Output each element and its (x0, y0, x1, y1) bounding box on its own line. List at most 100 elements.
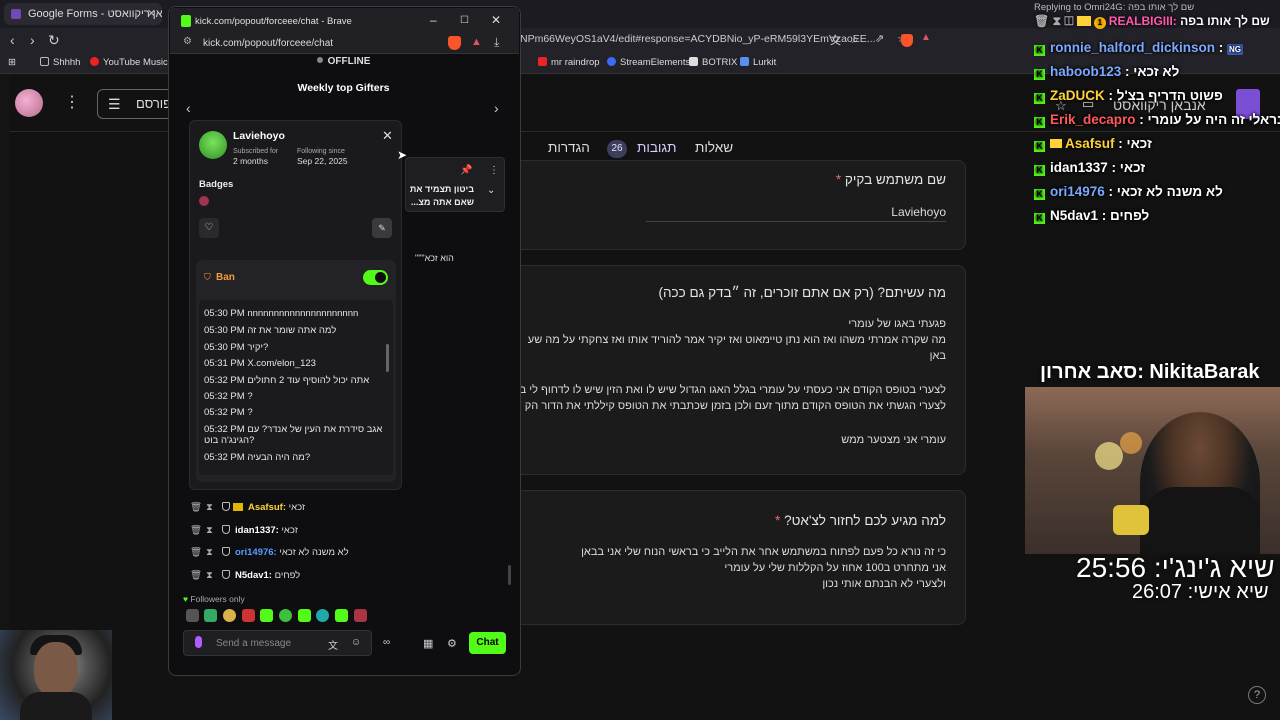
share-icon[interactable]: ⇗ (875, 32, 884, 45)
close-card-icon[interactable]: ✕ (382, 128, 393, 144)
emote-icon[interactable] (242, 609, 255, 622)
history-message: אתה יכול להוסיף עוד 2 חתולים (247, 375, 370, 386)
minimize-icon[interactable]: – (430, 13, 437, 27)
download-icon[interactable]: ⤓ (494, 35, 499, 50)
emote-icon[interactable] (186, 609, 199, 622)
history-time: 05:30 PM (204, 342, 245, 353)
emote-icon[interactable] (354, 609, 367, 622)
history-time: 05:32 PM (204, 391, 245, 402)
delete-icon[interactable]: 🗑 (190, 570, 202, 581)
translate-icon[interactable]: 文 (328, 637, 338, 652)
crown-badge-icon (233, 503, 243, 511)
pin-icon: 📌 (460, 165, 473, 176)
overlay-username: ori14976 (1050, 184, 1105, 199)
brave-rewards-icon[interactable]: ▲ (471, 36, 482, 48)
emote-icon[interactable] (204, 609, 217, 622)
close-tab-icon[interactable]: ✕ (147, 3, 156, 25)
chat-username[interactable]: idan1337: (235, 525, 279, 536)
chat-scrollbar[interactable] (508, 565, 511, 585)
history-time: 05:32 PM (204, 424, 245, 435)
subscribed-value: 2 months (233, 156, 268, 166)
answer-line: באן (929, 350, 946, 362)
brave-rewards-icon[interactable]: ▲ (921, 32, 931, 43)
history-message: nnnnnnnnnnnnnnnnnnnnn (247, 308, 359, 319)
chat-username[interactable]: N5dav1: (235, 570, 272, 581)
emote-icon[interactable] (279, 609, 292, 622)
overlay-chat-row: Khaboob123 : לא זכאי (1034, 64, 1179, 80)
follow-heart-button[interactable]: ♡ (199, 218, 219, 238)
user-name[interactable]: Laviehoyo (233, 130, 285, 142)
tab-google-forms[interactable]: Google Forms - אנבאן ריקוואסט✕ (4, 3, 162, 25)
emoji-icon[interactable]: ☺ (351, 637, 361, 648)
overlay-reply-line: Replying to Omri24G: שם לך אותו בפה (1034, 2, 1195, 13)
delete-icon[interactable]: 🗑 (190, 547, 202, 558)
history-message: אגב סידרת את העין של אנדר? עם (247, 424, 383, 435)
ban-toggle[interactable] (363, 270, 388, 285)
translate-icon[interactable]: 文 (830, 32, 841, 48)
responses-count-badge: 26 (607, 140, 627, 158)
brave-shield-icon[interactable] (448, 36, 461, 50)
overlay-username: Erik_decapro (1050, 112, 1136, 127)
emote-icon[interactable] (298, 609, 311, 622)
back-icon[interactable]: ‹ (10, 32, 15, 48)
answer-text: Laviehoyo (891, 205, 946, 219)
bookmark-label: BOTRIX (702, 57, 738, 68)
overlay-chat-row: Kidan1337 : זכאי (1034, 160, 1145, 176)
emote-icon[interactable] (260, 609, 273, 622)
close-window-icon[interactable]: ✕ (491, 13, 501, 27)
timeout-icon[interactable]: ⧗ (206, 525, 213, 536)
chevron-down-icon[interactable]: ⌄ (487, 185, 495, 196)
emote-icon[interactable] (335, 609, 348, 622)
overlay-separator: : (1107, 160, 1120, 175)
bookmark-mr-raindrop[interactable]: mr raindrop (538, 57, 600, 68)
zoom-icon[interactable]: ⌕ (852, 32, 859, 47)
timeout-icon[interactable]: ⧗ (206, 547, 213, 558)
left-sidebar (0, 74, 10, 634)
delete-icon[interactable]: 🗑 (190, 525, 202, 536)
link-icon[interactable]: ∞ (383, 637, 390, 648)
reload-icon[interactable]: ↻ (48, 32, 60, 49)
address-url[interactable]: NPm66WeyOS1aV4/edit#response=ACYDBNio_yP… (520, 33, 876, 45)
mod-shield-icon (222, 547, 230, 556)
mute-user-button[interactable]: ✎ (372, 218, 392, 238)
overlay-separator: : (1104, 184, 1117, 199)
delete-icon[interactable]: 🗑 (190, 502, 202, 513)
site-settings-icon[interactable]: ⚙ (183, 36, 192, 47)
tab-settings[interactable]: הגדרות (548, 140, 590, 155)
timeout-icon[interactable]: ⧗ (206, 502, 213, 513)
mic-icon[interactable] (195, 636, 202, 648)
overlay-message: לפחים (1110, 208, 1150, 223)
bookmark-lurkit[interactable]: Lurkit (740, 57, 776, 68)
bookmark-botrix[interactable]: BOTRIX (689, 57, 737, 68)
account-avatar[interactable] (15, 89, 43, 117)
gifters-prev-icon[interactable]: ‹ (186, 100, 191, 116)
store-icon[interactable]: ▦ (423, 637, 433, 650)
gear-icon[interactable]: ⚙ (447, 637, 457, 650)
overlay-chat-row: K Asafsuf : זכאי (1034, 136, 1152, 152)
history-scrollbar[interactable] (386, 344, 389, 372)
brave-shield-icon[interactable] (901, 34, 913, 47)
chat-username[interactable]: ori14976: (235, 547, 277, 558)
pinned-menu-icon[interactable]: ⋮ (489, 165, 499, 176)
help-button[interactable]: ? (1248, 686, 1266, 704)
bookmark-youtube-music[interactable]: YouTube Music (90, 57, 168, 68)
timeout-icon[interactable]: ⧗ (206, 570, 213, 581)
maximize-icon[interactable]: ☐ (460, 15, 469, 26)
emote-icon[interactable] (223, 609, 236, 622)
chat-send-button[interactable]: Chat (469, 632, 506, 654)
answer-line: מה שקרה אמרתי משהו ואז הוא נתן טיימאוט ו… (527, 334, 946, 346)
chat-username[interactable]: Asafsuf: (248, 502, 286, 513)
more-menu-icon[interactable]: ⋮ (64, 92, 80, 112)
published-button[interactable]: ☰ פורסם (97, 89, 173, 119)
emote-icon[interactable] (316, 609, 329, 622)
forward-icon[interactable]: › (30, 32, 35, 48)
tab-questions[interactable]: שאלות (695, 140, 733, 155)
tab-responses[interactable]: תגובות (637, 140, 676, 155)
question-title: שם משתמש בקיק * (836, 172, 946, 187)
history-message: יקיר? (247, 342, 269, 353)
bookmark-shhhh[interactable]: Shhhh (40, 57, 80, 68)
popup-url[interactable]: kick.com/popout/forceee/chat (203, 38, 333, 49)
apps-grid-icon[interactable]: ⊞ (8, 57, 16, 68)
gifters-next-icon[interactable]: › (494, 100, 499, 116)
bookmark-streamelements[interactable]: StreamElements (607, 57, 690, 68)
